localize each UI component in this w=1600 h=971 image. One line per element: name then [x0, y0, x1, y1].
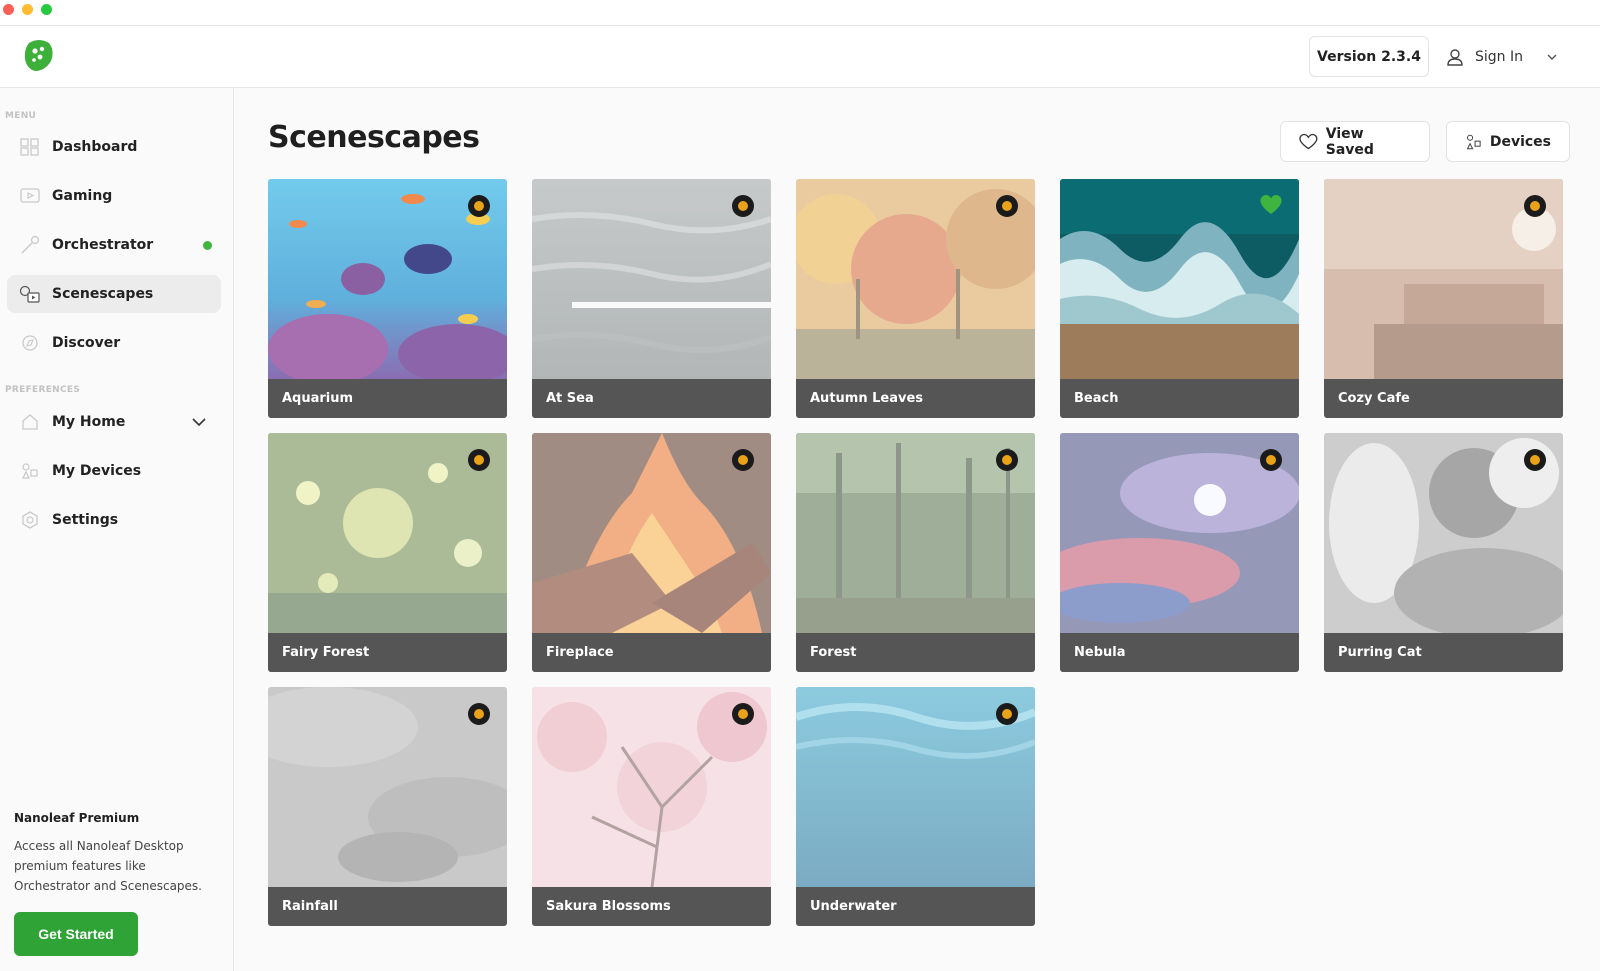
- orchestrator-icon: [21, 235, 40, 254]
- scene-card-nebula[interactable]: Nebula: [1060, 433, 1299, 672]
- scene-card-autumn-leaves[interactable]: Autumn Leaves: [796, 179, 1035, 418]
- sidebar-item-label: Settings: [52, 512, 119, 528]
- page-title: Scenescapes: [268, 120, 480, 155]
- lock-badge-icon: [732, 703, 754, 725]
- premium-title: Nanoleaf Premium: [14, 811, 140, 825]
- sidebar-item-my-home[interactable]: My Home: [7, 403, 221, 441]
- scenescapes-icon: [19, 285, 40, 303]
- lock-badge-icon: [732, 195, 754, 217]
- lock-badge-icon: [1524, 195, 1546, 217]
- sidebar-item-label: Scenescapes: [52, 286, 154, 302]
- zoom-window-button[interactable]: [41, 4, 52, 15]
- lock-badge-icon: [996, 195, 1018, 217]
- sidebar-item-scenescapes[interactable]: Scenescapes: [7, 275, 221, 313]
- lock-badge-icon: [468, 195, 490, 217]
- sidebar-item-label: Orchestrator: [52, 237, 154, 253]
- scene-name: Purring Cat: [1324, 633, 1563, 672]
- lock-badge-icon: [732, 449, 754, 471]
- settings-icon: [22, 511, 38, 529]
- scene-card-at-sea[interactable]: At Sea: [532, 179, 771, 418]
- lock-badge-icon: [996, 703, 1018, 725]
- devices-icon: [22, 463, 38, 479]
- scene-card-cozy-cafe[interactable]: Cozy Cafe: [1324, 179, 1563, 418]
- chevron-down-icon: [1547, 54, 1557, 60]
- view-saved-button[interactable]: View Saved: [1280, 121, 1430, 162]
- app-header: Version 2.3.4 Sign In: [0, 26, 1600, 88]
- scene-name: Rainfall: [268, 887, 507, 926]
- scene-name: Fairy Forest: [268, 633, 507, 672]
- lock-badge-icon: [468, 449, 490, 471]
- scene-card-forest[interactable]: Forest: [796, 433, 1035, 672]
- version-button[interactable]: Version 2.3.4: [1309, 36, 1429, 77]
- sidebar-item-label: My Home: [52, 414, 126, 430]
- status-dot: [203, 241, 212, 250]
- premium-description: Access all Nanoleaf Desktop premium feat…: [14, 839, 202, 893]
- scene-card-fairy-forest[interactable]: Fairy Forest: [268, 433, 507, 672]
- sign-in-label: Sign In: [1475, 48, 1523, 65]
- heart-outline-icon: [1299, 133, 1318, 149]
- scene-name: Aquarium: [268, 379, 507, 418]
- scene-card-purring-cat[interactable]: Purring Cat: [1324, 433, 1563, 672]
- lock-badge-icon: [1524, 449, 1546, 471]
- view-saved-label: View Saved: [1325, 125, 1374, 158]
- scene-name: Cozy Cafe: [1324, 379, 1563, 418]
- sidebar-item-orchestrator[interactable]: Orchestrator: [7, 226, 221, 264]
- devices-label: Devices: [1489, 133, 1551, 150]
- close-window-button[interactable]: [3, 4, 14, 15]
- sidebar-item-dashboard[interactable]: Dashboard: [7, 128, 221, 166]
- chevron-down-icon[interactable]: [190, 413, 208, 431]
- sidebar-item-label: Dashboard: [52, 139, 138, 155]
- devices-icon: [1466, 134, 1481, 149]
- sign-in-menu[interactable]: Sign In: [1445, 36, 1559, 77]
- scene-name: Sakura Blossoms: [532, 887, 771, 926]
- sidebar-item-settings[interactable]: Settings: [7, 501, 221, 539]
- sidebar-item-label: My Devices: [52, 463, 142, 479]
- scene-name: Underwater: [796, 887, 1035, 926]
- preferences-section-label: PREFERENCES: [5, 385, 81, 395]
- scene-card-beach[interactable]: Beach: [1060, 179, 1299, 418]
- lock-badge-icon: [468, 703, 490, 725]
- get-started-button[interactable]: Get Started: [14, 912, 138, 956]
- window-titlebar: [0, 0, 1600, 26]
- scene-name: Beach: [1060, 379, 1299, 418]
- heart-saved-icon[interactable]: [1259, 194, 1283, 216]
- lock-badge-icon: [1260, 449, 1282, 471]
- menu-section-label: MENU: [5, 111, 37, 121]
- sidebar-item-label: Gaming: [52, 188, 113, 204]
- scene-card-rainfall[interactable]: Rainfall: [268, 687, 507, 926]
- minimize-window-button[interactable]: [22, 4, 33, 15]
- scene-card-aquarium[interactable]: Aquarium: [268, 179, 507, 418]
- home-icon: [22, 414, 38, 430]
- user-icon: [1447, 48, 1463, 66]
- scene-card-underwater[interactable]: Underwater: [796, 687, 1035, 926]
- sidebar-item-gaming[interactable]: Gaming: [7, 177, 221, 215]
- sidebar-item-my-devices[interactable]: My Devices: [7, 452, 221, 490]
- scene-name: Nebula: [1060, 633, 1299, 672]
- devices-button[interactable]: Devices: [1446, 121, 1570, 162]
- scene-name: Fireplace: [532, 633, 771, 672]
- scene-name: Autumn Leaves: [796, 379, 1035, 418]
- sidebar: MENU Dashboard Gaming Orchestrator Scene…: [0, 88, 234, 971]
- scene-card-sakura-blossoms[interactable]: Sakura Blossoms: [532, 687, 771, 926]
- gaming-icon: [20, 188, 40, 203]
- sidebar-item-label: Discover: [52, 335, 121, 351]
- discover-icon: [22, 335, 38, 351]
- dashboard-icon: [20, 138, 39, 156]
- lock-badge-icon: [996, 449, 1018, 471]
- main-content: Scenescapes View Saved Devices Aquarium …: [235, 88, 1600, 971]
- sidebar-item-discover[interactable]: Discover: [7, 324, 221, 362]
- scene-card-fireplace[interactable]: Fireplace: [532, 433, 771, 672]
- nanoleaf-logo-icon: [24, 40, 53, 71]
- scene-name: At Sea: [532, 379, 771, 418]
- scene-name: Forest: [796, 633, 1035, 672]
